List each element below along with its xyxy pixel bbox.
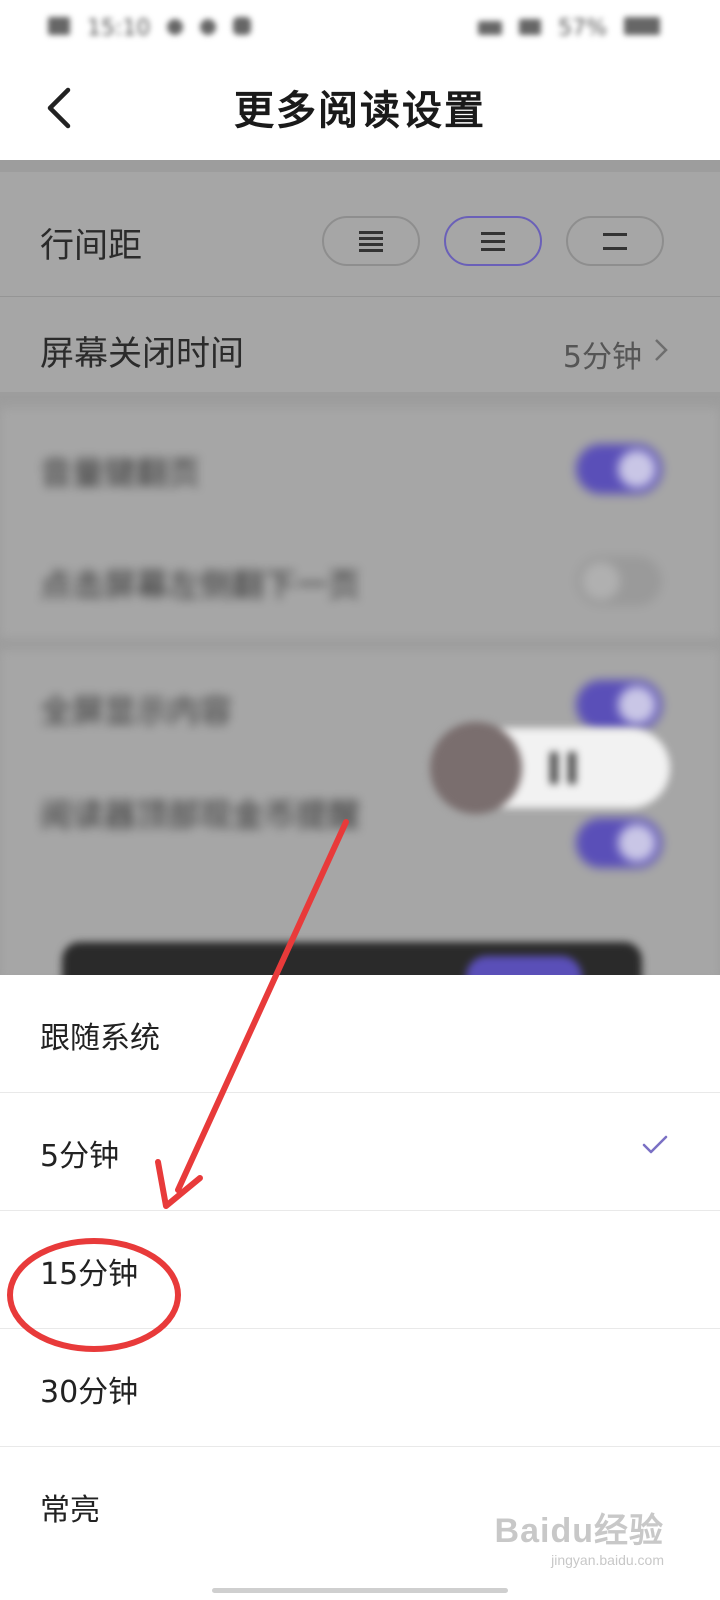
option-label: 5分钟 (40, 1139, 120, 1174)
battery-percent: 57% (558, 16, 607, 41)
screen-off-value: 5分钟 (562, 340, 642, 375)
coin-reminder-label: 阅读器顶部现金币提醒 (40, 796, 361, 834)
option-30-minutes[interactable]: 30分钟 (0, 1329, 720, 1447)
volume-key-turn-toggle[interactable] (576, 444, 662, 494)
home-indicator[interactable] (212, 1588, 508, 1593)
screen-off-label: 屏幕关闭时间 (40, 334, 244, 374)
status-bar: 15:10 57% (0, 0, 720, 56)
app-icon (233, 17, 252, 35)
option-label: 跟随系统 (40, 1021, 160, 1056)
chevron-right-icon (655, 339, 668, 361)
fullscreen-label: 全屏显示内容 (40, 692, 233, 730)
pause-icon[interactable] (550, 752, 576, 784)
settings-content: 行间距 屏幕关闭时间 5分钟 音量键翻页 点击屏幕左侧翻下一页 全屏显示内容 阅… (0, 160, 720, 1000)
option-label: 30分钟 (40, 1375, 139, 1410)
signal-icon (48, 17, 70, 35)
page-title: 更多阅读设置 (234, 88, 486, 134)
blurred-toggle-card: 音量键翻页 点击屏幕左侧翻下一页 (0, 408, 720, 638)
option-follow-system[interactable]: 跟随系统 (0, 975, 720, 1093)
screen-off-row[interactable]: 屏幕关闭时间 5分钟 (0, 296, 720, 392)
status-time: 15:10 (87, 16, 151, 41)
coin-reminder-toggle[interactable] (576, 818, 662, 868)
option-label: 常亮 (40, 1493, 100, 1528)
status-left: 15:10 (48, 16, 261, 42)
volume-key-turn-label: 音量键翻页 (40, 454, 201, 492)
message-icon (200, 19, 217, 35)
wifi-icon (519, 19, 542, 35)
hd-icon (478, 21, 503, 35)
blurred-display-card: 全屏显示内容 阅读器顶部现金币提醒 (0, 650, 720, 980)
player-thumbnail (430, 722, 522, 814)
fullscreen-toggle[interactable] (576, 680, 662, 730)
line-spacing-label: 行间距 (40, 226, 142, 266)
baidu-watermark: Baidu经验 jingyan.baidu.com (495, 1503, 664, 1568)
floating-audio-player[interactable] (430, 722, 670, 814)
sparse-lines-icon (603, 233, 627, 250)
dense-lines-icon (359, 231, 383, 252)
notification-icon (167, 19, 184, 35)
option-5-minutes[interactable]: 5分钟 (0, 1093, 720, 1211)
tap-left-next-toggle[interactable] (576, 556, 662, 606)
status-right: 57% (478, 16, 670, 42)
tap-left-next-label: 点击屏幕左侧翻下一页 (40, 566, 361, 604)
watermark-url: jingyan.baidu.com (551, 1552, 664, 1568)
watermark-brand: Baidu经验 (494, 1512, 664, 1550)
app-header: 更多阅读设置 (0, 56, 720, 160)
option-label: 15分钟 (40, 1257, 139, 1292)
line-spacing-large-button[interactable] (566, 216, 664, 266)
line-spacing-small-button[interactable] (322, 216, 420, 266)
line-spacing-medium-button[interactable] (444, 216, 542, 266)
settings-card: 行间距 屏幕关闭时间 5分钟 (0, 172, 720, 392)
battery-icon (624, 17, 660, 35)
option-15-minutes[interactable]: 15分钟 (0, 1211, 720, 1329)
check-icon (642, 1135, 668, 1154)
medium-lines-icon (481, 232, 505, 251)
